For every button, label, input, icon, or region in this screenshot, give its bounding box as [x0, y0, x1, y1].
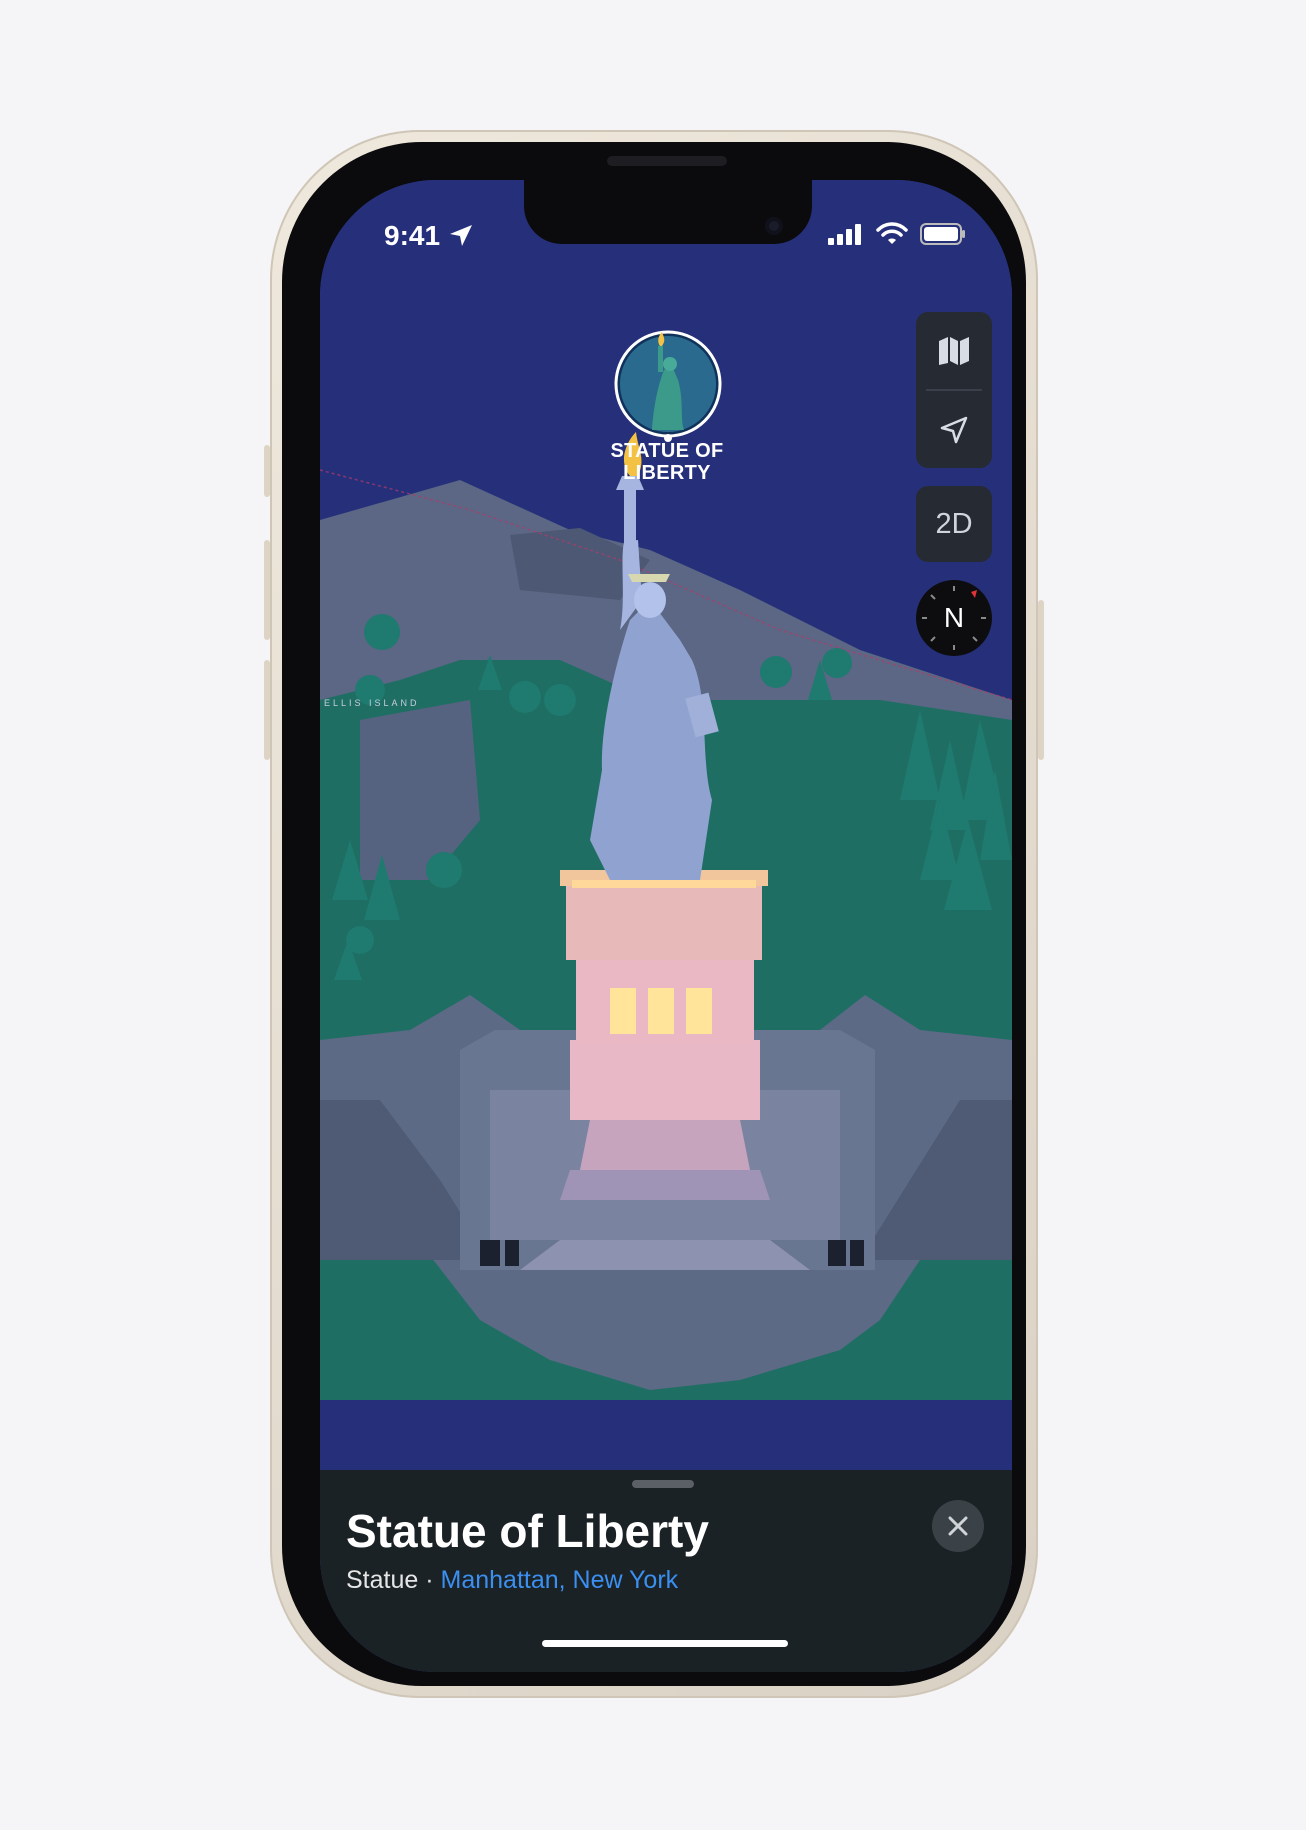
map-mode-button[interactable] [916, 312, 992, 389]
cellular-signal-icon [828, 224, 861, 245]
phone-screen: ELLIS ISLAND STATUE OF LIBERTY 9:41 2D N… [320, 180, 1012, 1672]
location-services-icon [450, 225, 473, 246]
status-bar-time: 9:41 [384, 220, 474, 252]
compass-north-label: N [943, 602, 965, 633]
place-category: Statue [346, 1566, 419, 1594]
compass-button[interactable]: N [916, 580, 992, 656]
pin-label-line1: STATUE OF [610, 440, 724, 462]
close-icon [948, 1516, 968, 1536]
silent-switch [264, 445, 270, 497]
location-arrow-icon [940, 416, 968, 443]
battery-icon [920, 223, 965, 245]
map-controls-group [916, 312, 992, 468]
front-camera [765, 217, 783, 235]
notch [524, 180, 812, 244]
subtitle-separator: · [418, 1566, 441, 1594]
map-icon [939, 336, 969, 365]
volume-down-button [264, 660, 270, 760]
place-subtitle: Statue · Manhattan, New York [346, 1566, 678, 1595]
home-indicator[interactable] [542, 1640, 788, 1647]
landmark-pin-label[interactable]: STATUE OF LIBERTY [560, 440, 774, 484]
sheet-grabber-handle[interactable] [632, 1480, 694, 1488]
place-title: Statue of Liberty [346, 1505, 709, 1557]
earpiece-speaker [607, 156, 727, 166]
pedestal [560, 870, 770, 1200]
iphone-frame: ELLIS ISLAND STATUE OF LIBERTY 9:41 2D N… [264, 130, 1044, 1698]
status-bar-icons [828, 222, 966, 246]
power-button [1038, 600, 1044, 760]
island-map-label: ELLIS ISLAND [324, 698, 420, 708]
wifi-icon [876, 222, 908, 244]
clock: 9:41 [384, 220, 441, 251]
close-button[interactable] [932, 1500, 984, 1552]
phone-bezel: ELLIS ISLAND STATUE OF LIBERTY 9:41 2D N… [282, 142, 1026, 1686]
landmark-pin[interactable] [614, 330, 722, 442]
volume-up-button [264, 540, 270, 640]
place-location-link[interactable]: Manhattan, New York [441, 1566, 679, 1594]
view-2d-toggle-button[interactable]: 2D [916, 486, 992, 562]
current-location-button[interactable] [916, 391, 992, 468]
pin-label-line2: LIBERTY [623, 462, 711, 484]
place-card-sheet[interactable]: Statue of Liberty Statue · Manhattan, Ne… [320, 1470, 1012, 1672]
